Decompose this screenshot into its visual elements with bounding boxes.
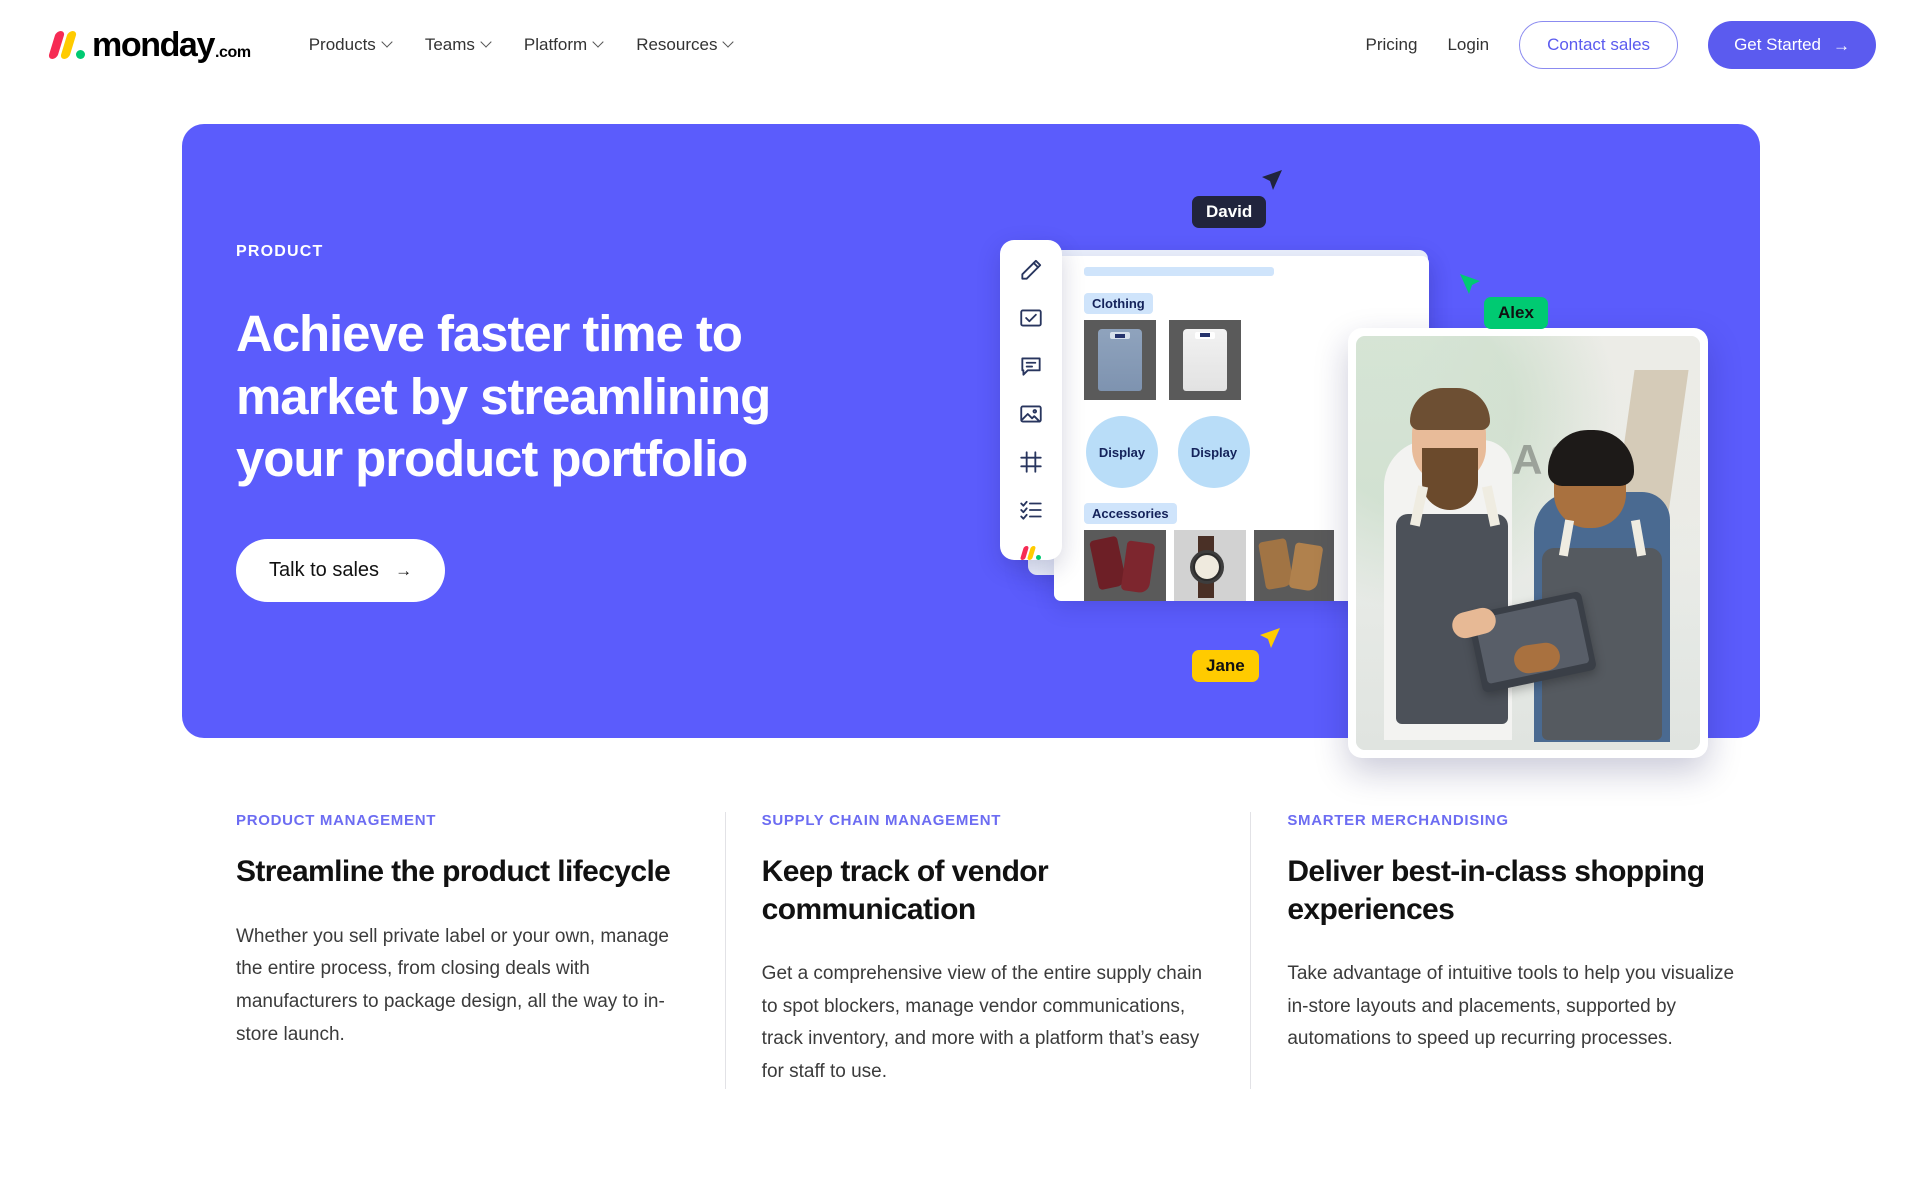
- cursor-badge-jane: Jane: [1192, 628, 1280, 682]
- chevron-down-icon: [381, 36, 393, 48]
- talk-to-sales-button[interactable]: Talk to sales →: [236, 539, 446, 603]
- nav-item-resources[interactable]: Resources: [636, 35, 735, 55]
- product-photo-watch: [1174, 530, 1246, 601]
- feature-title: Streamline the product lifecycle: [236, 855, 671, 888]
- main-nav: Products Teams Platform Resources: [308, 35, 735, 55]
- hero-title: Achieve faster time to market by streaml…: [236, 305, 771, 488]
- cursor-arrow-jane: [1260, 628, 1280, 648]
- feature-body: Whether you sell private label or your o…: [236, 925, 670, 1045]
- board-section-accessories: Accessories: [1084, 503, 1177, 524]
- pencil-icon[interactable]: [1017, 257, 1045, 283]
- cursor-badge-david: David: [1192, 170, 1282, 228]
- nav-label: Teams: [424, 35, 475, 54]
- monday-logo[interactable]: monday .com: [47, 26, 251, 64]
- monday-logo-mini: [1019, 545, 1041, 560]
- crop-frame-icon[interactable]: [1017, 449, 1045, 475]
- arrow-right-icon: →: [395, 561, 413, 581]
- product-photo-boots-tan: [1254, 530, 1334, 601]
- comment-icon[interactable]: [1017, 353, 1045, 379]
- feature-title: Keep track of vendor communication: [761, 855, 1049, 926]
- logo-dot-green: [76, 50, 85, 59]
- logo-tld: .com: [214, 44, 251, 61]
- board-header-bar: [1084, 267, 1274, 276]
- product-photo-shirt-white: [1169, 320, 1241, 400]
- feature-eyebrow: PRODUCT MANAGEMENT: [236, 812, 437, 829]
- feature-body: Take advantage of intuitive tools to hel…: [1287, 963, 1735, 1050]
- cursor-label-alex: Alex: [1484, 297, 1548, 329]
- chevron-down-icon: [480, 36, 492, 48]
- display-circle-left: Display: [1086, 416, 1158, 488]
- logo-wordmark: monday: [92, 26, 215, 64]
- chevron-down-icon: [592, 36, 604, 48]
- cursor-arrow-david: [1262, 170, 1282, 190]
- store-photo: BA: [1356, 336, 1700, 750]
- chevron-down-icon: [722, 36, 735, 48]
- hero-eyebrow: PRODUCT: [236, 243, 324, 260]
- header-actions: Pricing Login Contact sales Get Started …: [1365, 21, 1876, 69]
- get-started-button[interactable]: Get Started →: [1708, 21, 1876, 69]
- nav-label: Platform: [523, 35, 588, 54]
- page-root: monday .com Products Teams Platform Reso…: [0, 0, 1920, 1200]
- nav-item-teams[interactable]: Teams: [424, 35, 492, 55]
- image-icon[interactable]: [1017, 401, 1045, 427]
- cursor-arrow-alex: [1460, 274, 1480, 294]
- feature-column-smarter-merchandising: SMARTER MERCHANDISING Deliver best-in-cl…: [1250, 812, 1776, 1089]
- nav-item-platform[interactable]: Platform: [523, 35, 604, 55]
- nav-item-products[interactable]: Products: [308, 35, 393, 55]
- feature-body: Get a comprehensive view of the entire s…: [761, 963, 1203, 1083]
- display-circle-right: Display: [1178, 416, 1250, 488]
- feature-eyebrow: SMARTER MERCHANDISING: [1287, 812, 1509, 829]
- cursor-label-jane: Jane: [1192, 650, 1259, 682]
- feature-column-supply-chain-management: SUPPLY CHAIN MANAGEMENT Keep track of ve…: [724, 812, 1251, 1089]
- store-photo-card: BA: [1348, 328, 1708, 758]
- monday-logo-marks: [47, 31, 85, 59]
- nav-label: Resources: [636, 35, 718, 54]
- arrow-right-icon: →: [1833, 35, 1850, 55]
- contact-sales-button[interactable]: Contact sales: [1519, 21, 1679, 69]
- nav-label: Products: [308, 35, 376, 54]
- talk-to-sales-label: Talk to sales: [269, 559, 380, 582]
- get-started-label: Get Started: [1734, 35, 1821, 54]
- product-photo-boots-red: [1084, 530, 1166, 601]
- monday-logo-icon[interactable]: [1017, 545, 1045, 560]
- product-photo-shirt-blue: [1084, 320, 1156, 400]
- checklist-icon[interactable]: [1017, 497, 1045, 523]
- checkbox-icon[interactable]: [1017, 305, 1045, 331]
- editor-toolbar: [1000, 240, 1062, 560]
- board-section-clothing: Clothing: [1084, 293, 1153, 314]
- feature-columns: PRODUCT MANAGEMENT Streamline the produc…: [200, 812, 1776, 1089]
- pricing-link[interactable]: Pricing: [1365, 35, 1417, 55]
- feature-title: Deliver best-in-class shopping experienc…: [1287, 855, 1705, 926]
- feature-eyebrow: SUPPLY CHAIN MANAGEMENT: [761, 812, 1002, 829]
- cursor-label-david: David: [1192, 196, 1267, 228]
- site-header: monday .com Products Teams Platform Reso…: [0, 0, 1920, 90]
- feature-column-product-management: PRODUCT MANAGEMENT Streamline the produc…: [200, 812, 725, 1089]
- cursor-badge-alex: Alex: [1460, 274, 1548, 329]
- hero-copy: PRODUCT Achieve faster time to market by…: [236, 243, 876, 603]
- login-link[interactable]: Login: [1447, 35, 1489, 55]
